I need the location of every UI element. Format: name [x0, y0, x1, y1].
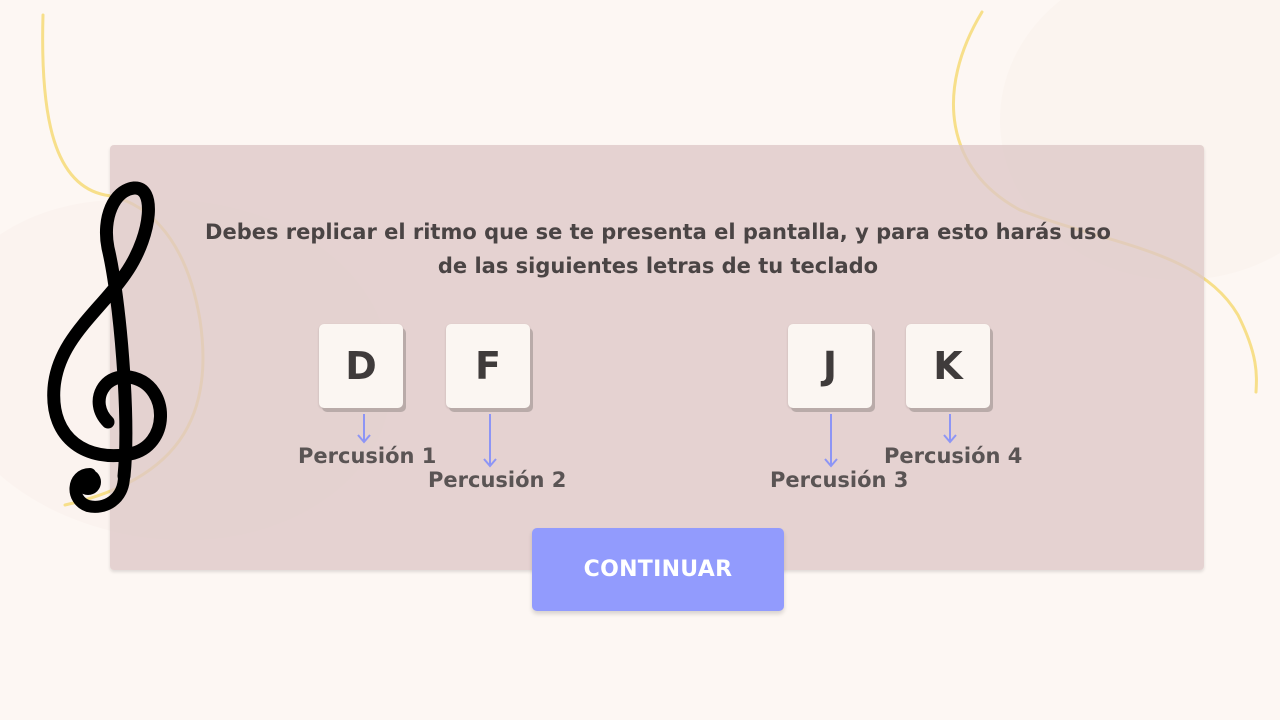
percussion-label-2: Percusión 2	[428, 468, 567, 492]
instruction-panel	[110, 145, 1204, 570]
key-f[interactable]: F	[446, 324, 530, 408]
arrow-down-icon	[357, 414, 371, 444]
stage: Debes replicar el ritmo que se te presen…	[0, 0, 1280, 720]
percussion-label-3: Percusión 3	[770, 468, 909, 492]
key-d[interactable]: D	[319, 324, 403, 408]
arrow-down-icon	[483, 414, 497, 468]
treble-clef-icon	[47, 181, 167, 513]
continue-button[interactable]: CONTINUAR	[532, 528, 784, 611]
instruction-text: Debes replicar el ritmo que se te presen…	[205, 220, 1111, 278]
key-j[interactable]: J	[788, 324, 872, 408]
arrow-down-icon	[824, 414, 838, 468]
percussion-label-4: Percusión 4	[884, 444, 1023, 468]
key-k[interactable]: K	[906, 324, 990, 408]
arrow-down-icon	[943, 414, 957, 444]
percussion-label-1: Percusión 1	[298, 444, 437, 468]
